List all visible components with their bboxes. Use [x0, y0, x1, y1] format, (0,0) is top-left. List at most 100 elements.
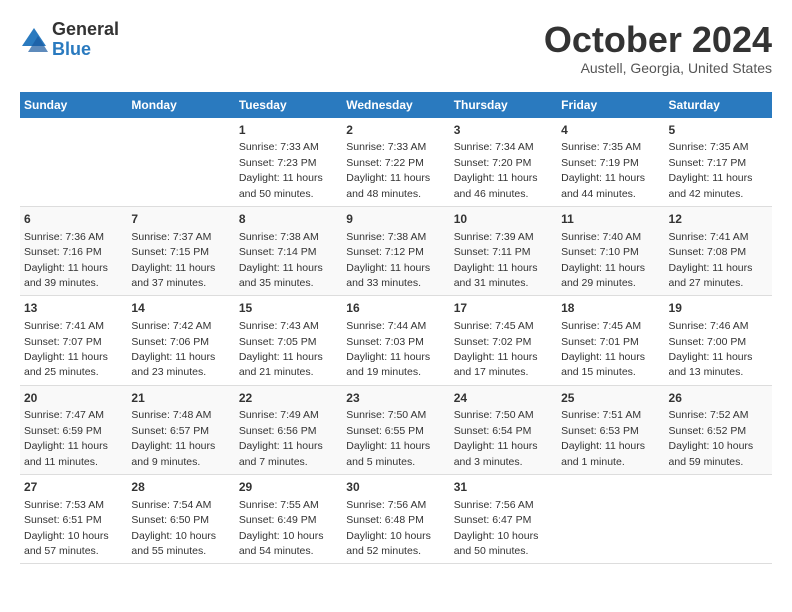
calendar-cell: 22 Sunrise: 7:49 AM Sunset: 6:56 PM Dayli…: [235, 385, 342, 474]
day-number: 7: [131, 211, 230, 228]
header-sunday: Sunday: [20, 92, 127, 118]
day-number: 21: [131, 390, 230, 407]
day-info: Sunrise: 7:55 AM Sunset: 6:49 PM Dayligh…: [239, 499, 324, 557]
calendar-cell: 18Sunrise: 7:45 AM Sunset: 7:01 PM Dayli…: [557, 296, 664, 385]
header-wednesday: Wednesday: [342, 92, 449, 118]
day-number: 19: [669, 300, 768, 317]
day-info: Sunrise: 7:56 AM Sunset: 6:47 PM Dayligh…: [454, 499, 539, 557]
calendar-cell: 31 Sunrise: 7:56 AM Sunset: 6:47 PM Dayli…: [450, 475, 557, 564]
calendar-cell: 15 Sunrise: 7:43 AM Sunset: 7:05 PM Dayli…: [235, 296, 342, 385]
day-number: 22: [239, 390, 338, 407]
calendar-cell: [665, 475, 772, 564]
day-info: Sunrise: 7:49 AM Sunset: 6:56 PM Dayligh…: [239, 409, 323, 467]
day-info: Sunrise: 7:48 AM Sunset: 6:57 PM Dayligh…: [131, 409, 215, 467]
calendar-cell: 6 Sunrise: 7:36 AM Sunset: 7:16 PM Daylig…: [20, 206, 127, 295]
calendar-cell: 4Sunrise: 7:35 AM Sunset: 7:19 PM Daylig…: [557, 118, 664, 207]
day-number: 8: [239, 211, 338, 228]
day-number: 15: [239, 300, 338, 317]
day-info: Sunrise: 7:40 AM Sunset: 7:10 PM Dayligh…: [561, 231, 645, 289]
day-number: 14: [131, 300, 230, 317]
day-info: Sunrise: 7:33 AM Sunset: 7:23 PM Dayligh…: [239, 141, 323, 199]
day-info: Sunrise: 7:53 AM Sunset: 6:51 PM Dayligh…: [24, 499, 109, 557]
day-number: 18: [561, 300, 660, 317]
day-info: Sunrise: 7:38 AM Sunset: 7:14 PM Dayligh…: [239, 231, 323, 289]
day-number: 9: [346, 211, 445, 228]
day-number: 24: [454, 390, 553, 407]
calendar-cell: 27 Sunrise: 7:53 AM Sunset: 6:51 PM Dayli…: [20, 475, 127, 564]
calendar-cell: 26 Sunrise: 7:52 AM Sunset: 6:52 PM Dayli…: [665, 385, 772, 474]
page-header: General Blue October 2024 Austell, Georg…: [20, 20, 772, 76]
day-number: 5: [669, 122, 768, 139]
header-monday: Monday: [127, 92, 234, 118]
calendar-table: SundayMondayTuesdayWednesdayThursdayFrid…: [20, 92, 772, 565]
day-info: Sunrise: 7:38 AM Sunset: 7:12 PM Dayligh…: [346, 231, 430, 289]
day-info: Sunrise: 7:50 AM Sunset: 6:54 PM Dayligh…: [454, 409, 538, 467]
day-info: Sunrise: 7:39 AM Sunset: 7:11 PM Dayligh…: [454, 231, 538, 289]
day-info: Sunrise: 7:50 AM Sunset: 6:55 PM Dayligh…: [346, 409, 430, 467]
day-number: 11: [561, 211, 660, 228]
day-info: Sunrise: 7:33 AM Sunset: 7:22 PM Dayligh…: [346, 141, 430, 199]
day-number: 1: [239, 122, 338, 139]
calendar-cell: 5 Sunrise: 7:35 AM Sunset: 7:17 PM Daylig…: [665, 118, 772, 207]
day-info: Sunrise: 7:45 AM Sunset: 7:02 PM Dayligh…: [454, 320, 538, 378]
day-info: Sunrise: 7:56 AM Sunset: 6:48 PM Dayligh…: [346, 499, 431, 557]
week-row-4: 20 Sunrise: 7:47 AM Sunset: 6:59 PM Dayli…: [20, 385, 772, 474]
calendar-cell: [557, 475, 664, 564]
header-thursday: Thursday: [450, 92, 557, 118]
day-info: Sunrise: 7:52 AM Sunset: 6:52 PM Dayligh…: [669, 409, 754, 467]
day-info: Sunrise: 7:41 AM Sunset: 7:08 PM Dayligh…: [669, 231, 753, 289]
calendar-cell: [20, 118, 127, 207]
calendar-cell: 8 Sunrise: 7:38 AM Sunset: 7:14 PM Daylig…: [235, 206, 342, 295]
calendar-cell: 12Sunrise: 7:41 AM Sunset: 7:08 PM Dayli…: [665, 206, 772, 295]
week-row-3: 13Sunrise: 7:41 AM Sunset: 7:07 PM Dayli…: [20, 296, 772, 385]
header-saturday: Saturday: [665, 92, 772, 118]
day-number: 20: [24, 390, 123, 407]
day-info: Sunrise: 7:43 AM Sunset: 7:05 PM Dayligh…: [239, 320, 323, 378]
logo-icon: [20, 26, 48, 54]
location-text: Austell, Georgia, United States: [544, 60, 772, 76]
calendar-cell: 10 Sunrise: 7:39 AM Sunset: 7:11 PM Dayli…: [450, 206, 557, 295]
calendar-cell: 21 Sunrise: 7:48 AM Sunset: 6:57 PM Dayli…: [127, 385, 234, 474]
calendar-cell: 16 Sunrise: 7:44 AM Sunset: 7:03 PM Dayli…: [342, 296, 449, 385]
header-friday: Friday: [557, 92, 664, 118]
day-info: Sunrise: 7:37 AM Sunset: 7:15 PM Dayligh…: [131, 231, 215, 289]
week-row-1: 1 Sunrise: 7:33 AM Sunset: 7:23 PM Daylig…: [20, 118, 772, 207]
day-number: 27: [24, 479, 123, 496]
week-row-2: 6 Sunrise: 7:36 AM Sunset: 7:16 PM Daylig…: [20, 206, 772, 295]
day-info: Sunrise: 7:47 AM Sunset: 6:59 PM Dayligh…: [24, 409, 108, 467]
day-number: 2: [346, 122, 445, 139]
day-number: 31: [454, 479, 553, 496]
calendar-cell: 13Sunrise: 7:41 AM Sunset: 7:07 PM Dayli…: [20, 296, 127, 385]
calendar-cell: 17 Sunrise: 7:45 AM Sunset: 7:02 PM Dayli…: [450, 296, 557, 385]
logo: General Blue: [20, 20, 119, 60]
day-number: 3: [454, 122, 553, 139]
day-number: 17: [454, 300, 553, 317]
calendar-cell: 2 Sunrise: 7:33 AM Sunset: 7:22 PM Daylig…: [342, 118, 449, 207]
calendar-cell: 9 Sunrise: 7:38 AM Sunset: 7:12 PM Daylig…: [342, 206, 449, 295]
day-info: Sunrise: 7:46 AM Sunset: 7:00 PM Dayligh…: [669, 320, 753, 378]
calendar-cell: 25Sunrise: 7:51 AM Sunset: 6:53 PM Dayli…: [557, 385, 664, 474]
title-section: October 2024 Austell, Georgia, United St…: [544, 20, 772, 76]
day-info: Sunrise: 7:44 AM Sunset: 7:03 PM Dayligh…: [346, 320, 430, 378]
day-number: 6: [24, 211, 123, 228]
calendar-header-row: SundayMondayTuesdayWednesdayThursdayFrid…: [20, 92, 772, 118]
logo-general-text: General: [52, 20, 119, 40]
day-info: Sunrise: 7:35 AM Sunset: 7:17 PM Dayligh…: [669, 141, 753, 199]
logo-blue-text: Blue: [52, 40, 119, 60]
calendar-cell: 28Sunrise: 7:54 AM Sunset: 6:50 PM Dayli…: [127, 475, 234, 564]
day-number: 10: [454, 211, 553, 228]
day-number: 29: [239, 479, 338, 496]
calendar-cell: 24 Sunrise: 7:50 AM Sunset: 6:54 PM Dayli…: [450, 385, 557, 474]
day-info: Sunrise: 7:36 AM Sunset: 7:16 PM Dayligh…: [24, 231, 108, 289]
day-number: 23: [346, 390, 445, 407]
day-number: 16: [346, 300, 445, 317]
header-tuesday: Tuesday: [235, 92, 342, 118]
month-title: October 2024: [544, 20, 772, 60]
day-number: 28: [131, 479, 230, 496]
day-info: Sunrise: 7:51 AM Sunset: 6:53 PM Dayligh…: [561, 409, 645, 467]
day-info: Sunrise: 7:42 AM Sunset: 7:06 PM Dayligh…: [131, 320, 215, 378]
calendar-cell: 1 Sunrise: 7:33 AM Sunset: 7:23 PM Daylig…: [235, 118, 342, 207]
calendar-cell: 29 Sunrise: 7:55 AM Sunset: 6:49 PM Dayli…: [235, 475, 342, 564]
week-row-5: 27 Sunrise: 7:53 AM Sunset: 6:51 PM Dayli…: [20, 475, 772, 564]
day-number: 26: [669, 390, 768, 407]
